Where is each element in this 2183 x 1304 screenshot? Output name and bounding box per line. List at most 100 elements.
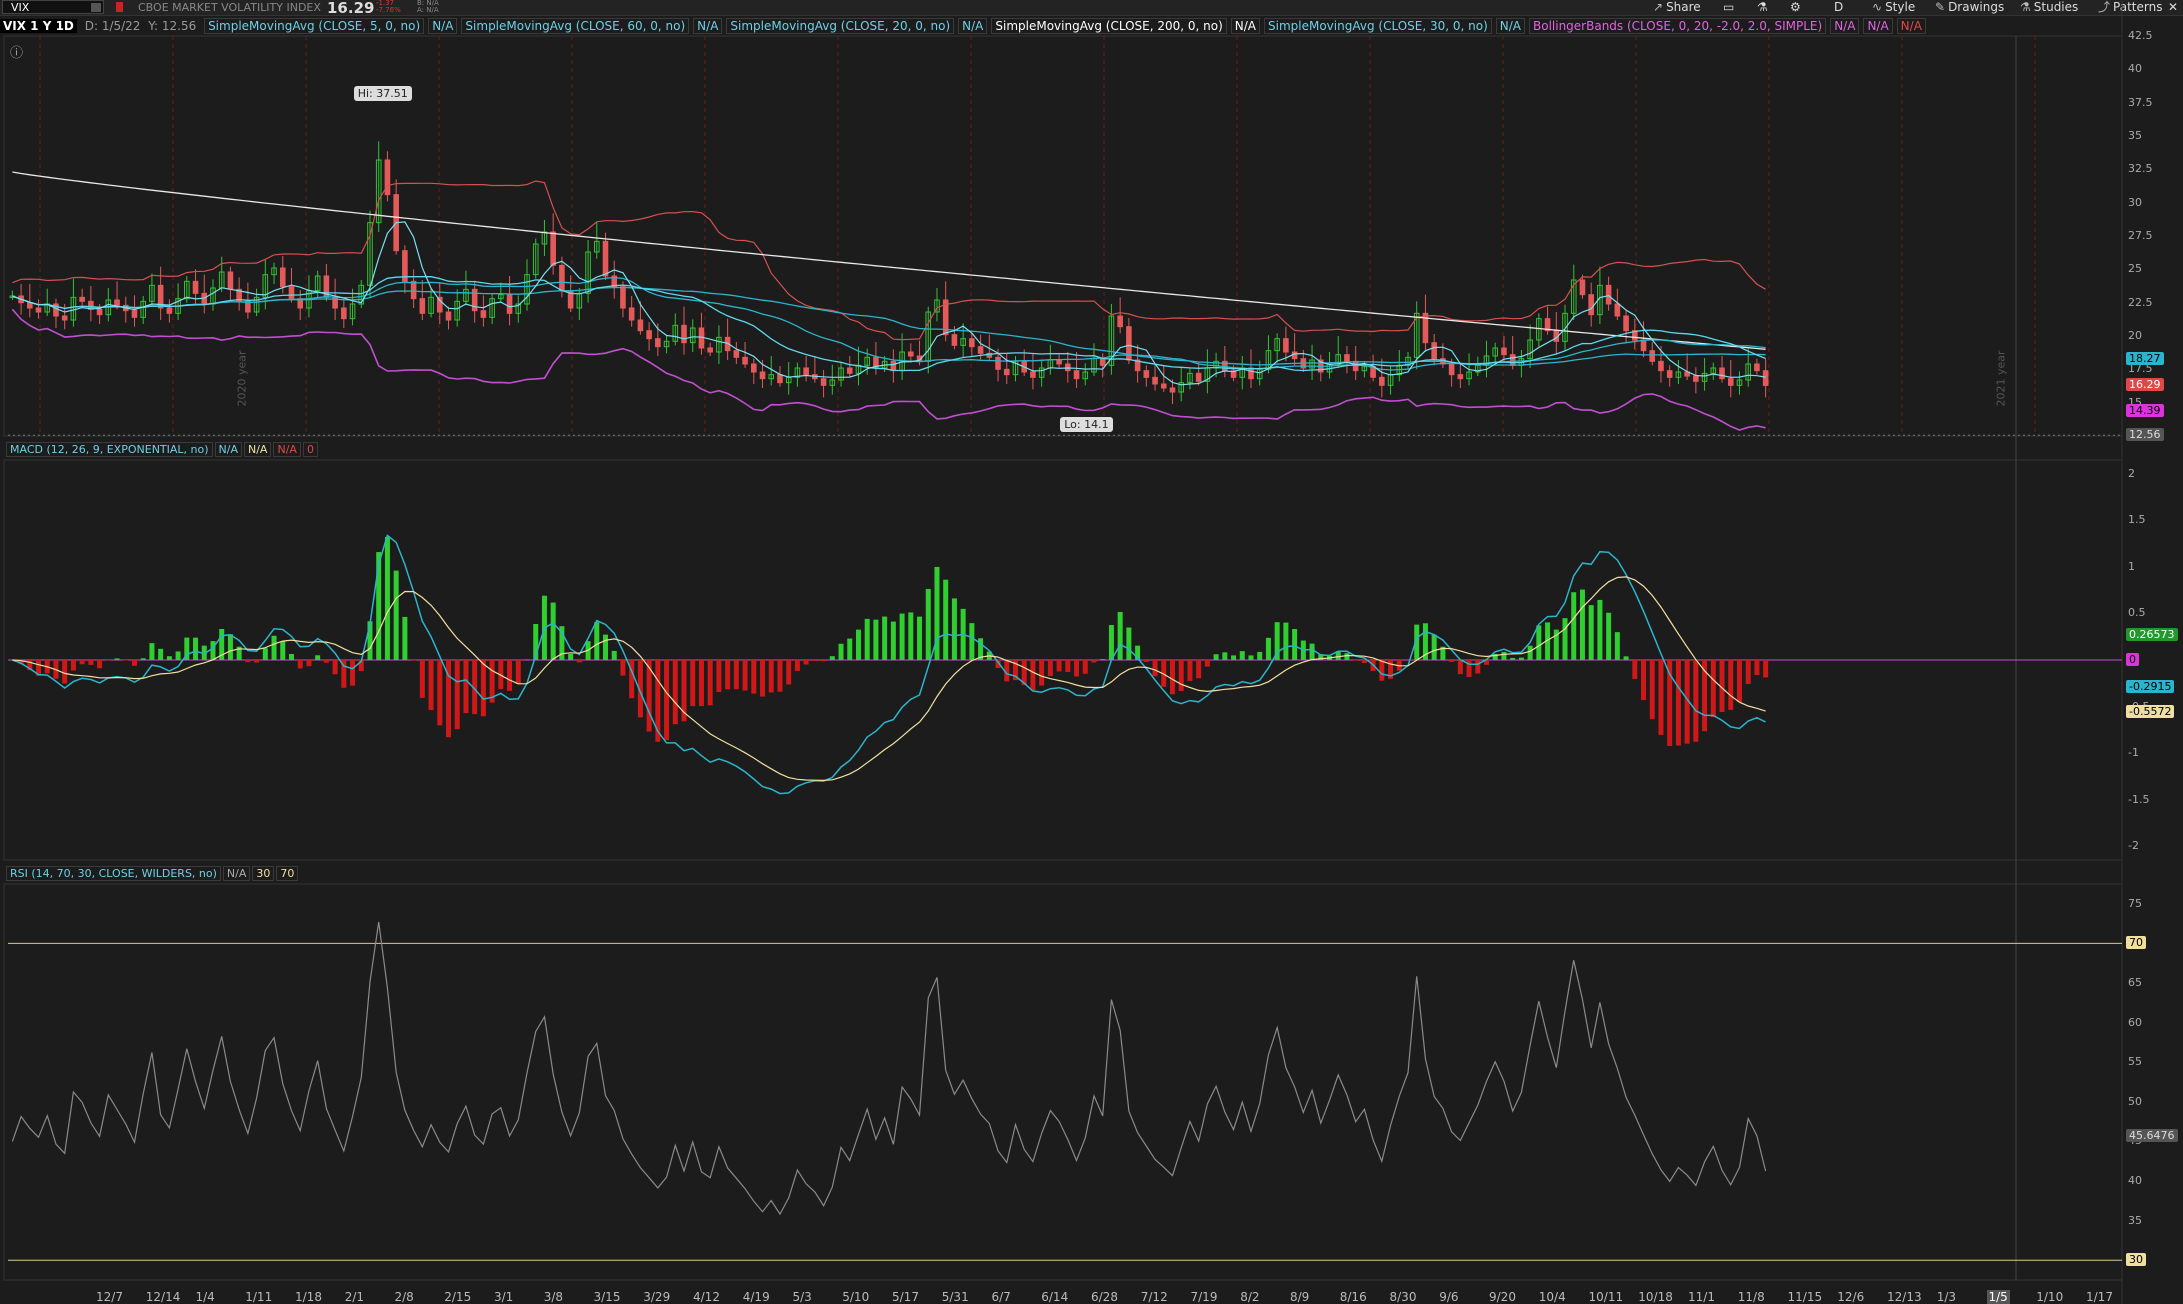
macd-histogram-bar bbox=[899, 613, 905, 660]
candle-body bbox=[803, 367, 809, 376]
x-axis-label-7: 2/15 bbox=[444, 1290, 472, 1304]
candle-body bbox=[480, 310, 487, 318]
candle-body bbox=[506, 294, 513, 314]
macd-histogram-bar bbox=[855, 629, 861, 660]
macd-tick-8: -2 bbox=[2128, 839, 2139, 853]
macd-histogram-bar bbox=[725, 660, 731, 690]
macd-tick-6: -1 bbox=[2128, 746, 2139, 760]
macd-histogram-bar bbox=[384, 536, 390, 660]
candle-body bbox=[995, 356, 1001, 370]
x-axis-label-28: 9/20 bbox=[1489, 1290, 1516, 1304]
macd-histogram-bar bbox=[1353, 660, 1359, 661]
candle-body bbox=[131, 310, 138, 318]
x-axis-label-13: 4/19 bbox=[742, 1290, 770, 1304]
x-axis-label-35: 12/6 bbox=[1837, 1290, 1865, 1304]
macd-histogram-bar bbox=[1117, 611, 1123, 660]
candle-body bbox=[1501, 347, 1507, 356]
candle-body bbox=[384, 159, 391, 196]
candle-body bbox=[1169, 387, 1176, 393]
candle-body bbox=[681, 324, 687, 344]
candle-body bbox=[1195, 372, 1202, 382]
macd-histogram-bar bbox=[1658, 660, 1664, 735]
macd-signal-line bbox=[12, 576, 1766, 782]
macd-histogram-bar bbox=[210, 641, 216, 660]
macd-histogram-bar bbox=[1074, 660, 1080, 677]
price-tag-1: 16.29 bbox=[2126, 378, 2164, 392]
candle-body bbox=[707, 347, 713, 353]
x-axis-label-18: 6/7 bbox=[991, 1290, 1011, 1304]
x-axis-label-26: 8/30 bbox=[1389, 1290, 1417, 1304]
x-axis-label-24: 8/9 bbox=[1290, 1290, 1310, 1304]
rsi-tick-4: 55 bbox=[2128, 1055, 2142, 1069]
candle-body bbox=[777, 374, 783, 384]
price-tick-6: 27.5 bbox=[2128, 229, 2153, 242]
macd-histogram-bar bbox=[1431, 634, 1437, 660]
candle-body bbox=[1605, 284, 1612, 305]
rsi-tick-2: 65 bbox=[2128, 976, 2142, 989]
macd-histogram-bar bbox=[323, 660, 329, 663]
candle-body bbox=[1003, 368, 1010, 376]
macd-histogram-bar bbox=[576, 660, 582, 663]
rsi-tag-1: 45.6476 bbox=[2126, 1129, 2178, 1143]
candle-body bbox=[1457, 374, 1464, 380]
chart-canvas[interactable] bbox=[0, 0, 2183, 1304]
candle-body bbox=[628, 307, 635, 321]
price-tick-1: 40 bbox=[2128, 62, 2142, 76]
x-axis-label-3: 1/11 bbox=[245, 1290, 273, 1304]
macd-histogram-bar bbox=[332, 660, 338, 675]
macd-tick-2: 1 bbox=[2128, 559, 2135, 573]
macd-histogram-bar bbox=[594, 622, 600, 660]
macd-histogram-bar bbox=[297, 660, 303, 669]
macd-histogram-bar bbox=[393, 570, 399, 660]
macd-histogram-bar bbox=[70, 660, 76, 671]
candle-body bbox=[1073, 370, 1080, 380]
macd-histogram-bar bbox=[951, 598, 957, 660]
candle-body bbox=[114, 299, 120, 306]
price-tick-4: 32.5 bbox=[2128, 162, 2153, 176]
candle-body bbox=[1099, 358, 1106, 366]
candle-body bbox=[1579, 279, 1586, 296]
macd-histogram-bar bbox=[768, 660, 774, 693]
candle-body bbox=[846, 367, 853, 374]
candle-body bbox=[1727, 378, 1734, 386]
macd-histogram-bar bbox=[454, 660, 460, 730]
macd-histogram-bar bbox=[550, 602, 556, 660]
candle-body bbox=[1344, 354, 1350, 362]
macd-histogram-bar bbox=[1571, 592, 1577, 660]
macd-histogram-bar bbox=[943, 579, 949, 660]
macd-histogram-bar bbox=[1754, 660, 1760, 676]
macd-histogram-bar bbox=[1641, 660, 1647, 701]
macd-histogram-bar bbox=[1152, 660, 1158, 677]
macd-tag-2: -0.2915 bbox=[2126, 680, 2175, 694]
price-tick-9: 20 bbox=[2128, 329, 2142, 342]
x-axis-label-8: 3/1 bbox=[494, 1290, 514, 1304]
macd-histogram-bar bbox=[1710, 660, 1716, 718]
candle-body bbox=[192, 280, 199, 294]
macd-histogram-bar bbox=[716, 660, 722, 692]
x-axis-label-0: 12/7 bbox=[96, 1290, 123, 1304]
x-axis-label-37: 1/3 bbox=[1936, 1290, 1957, 1304]
candle-body bbox=[1431, 342, 1437, 360]
macd-histogram-bar bbox=[79, 660, 85, 665]
macd-histogram-bar bbox=[1187, 660, 1193, 681]
macd-histogram-bar bbox=[1449, 660, 1455, 662]
price-tag-3: 12.56 bbox=[2126, 428, 2164, 442]
macd-histogram-bar bbox=[1728, 660, 1734, 710]
price-tag-0: 18.27 bbox=[2126, 352, 2164, 366]
candle-body bbox=[27, 302, 33, 309]
macd-histogram-bar bbox=[280, 641, 286, 660]
macd-histogram-bar bbox=[882, 616, 888, 660]
x-axis-label-10: 3/15 bbox=[593, 1290, 621, 1304]
rsi-tick-3: 60 bbox=[2128, 1015, 2142, 1029]
macd-histogram-bar bbox=[655, 660, 661, 742]
x-axis-label-12: 4/12 bbox=[693, 1290, 720, 1304]
macd-histogram-bar bbox=[262, 648, 268, 660]
candle-body bbox=[602, 240, 609, 277]
candle-body bbox=[1056, 359, 1062, 365]
macd-tag-3: -0.5572 bbox=[2126, 704, 2175, 718]
macd-histogram-bar bbox=[1213, 654, 1219, 660]
rsi-tick-5: 50 bbox=[2128, 1094, 2142, 1108]
candle-body bbox=[1658, 360, 1664, 372]
macd-histogram-bar bbox=[1039, 660, 1045, 686]
candle-body bbox=[1379, 376, 1385, 386]
